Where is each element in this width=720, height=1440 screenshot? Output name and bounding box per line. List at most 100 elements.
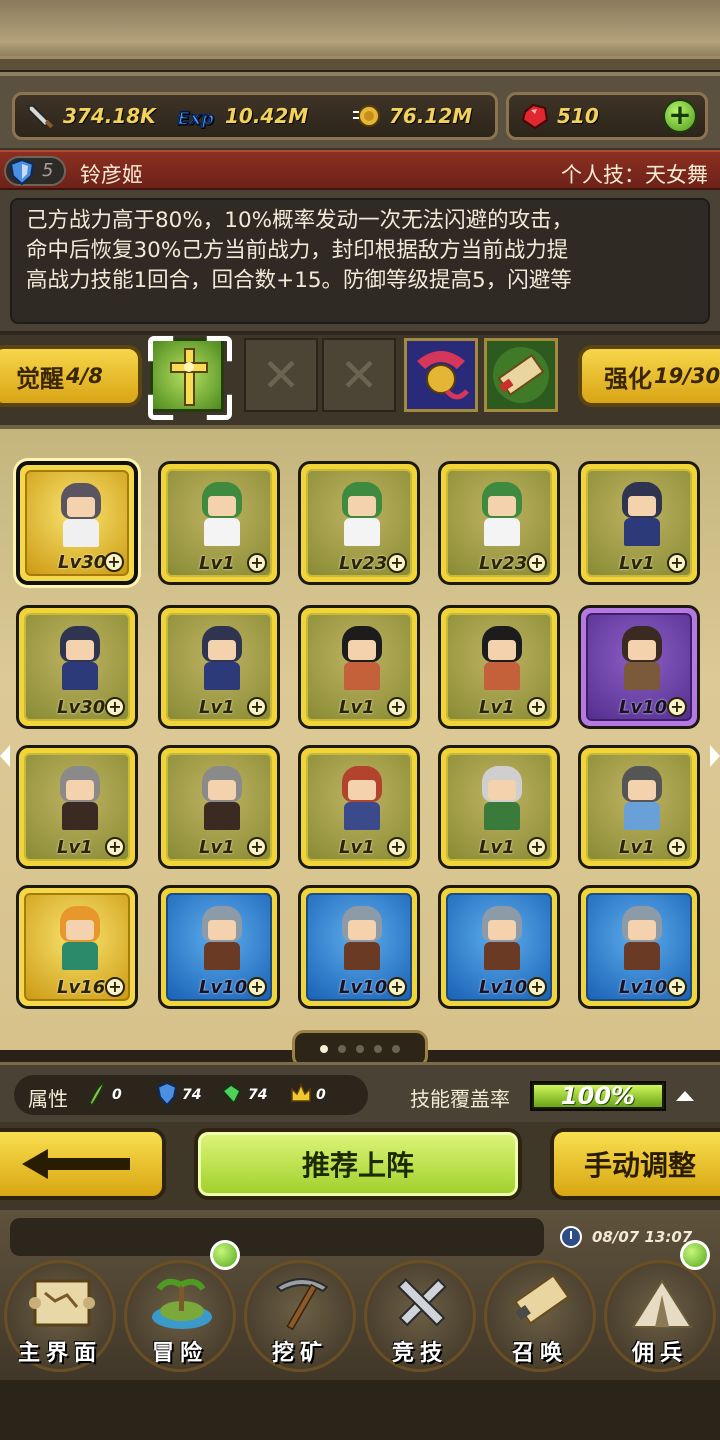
island-icon xyxy=(152,1278,212,1329)
hero-portrait-icon xyxy=(194,766,250,832)
page-dot[interactable] xyxy=(356,1045,364,1053)
back-button[interactable] xyxy=(0,1128,166,1200)
hero-portrait-icon xyxy=(334,626,390,692)
gem-resource: 510 xyxy=(519,101,599,131)
upgrade-plus-icon[interactable]: + xyxy=(387,553,407,573)
mercenary-card[interactable]: Lv1 + xyxy=(438,605,560,729)
mercenary-card[interactable]: Lv1 + xyxy=(298,605,420,729)
page-dot[interactable] xyxy=(374,1045,382,1053)
mercenary-card[interactable]: Lv10 + xyxy=(158,885,280,1009)
mercenary-card[interactable]: Lv23 + xyxy=(438,461,560,585)
description-line: 高战力技能1回合，回合数+15。防御等级提高5，闪避等 xyxy=(26,268,572,293)
page-dot[interactable] xyxy=(320,1045,328,1053)
manual-adjust-button[interactable]: 手动调整 xyxy=(550,1128,720,1200)
mercenary-card[interactable]: Lv1 + xyxy=(158,745,280,869)
hero-portrait-icon xyxy=(474,482,530,548)
upgrade-plus-icon[interactable]: + xyxy=(387,697,407,717)
hero-portrait-icon xyxy=(194,906,250,972)
upgrade-plus-icon[interactable]: + xyxy=(247,553,267,573)
upgrade-plus-icon[interactable]: + xyxy=(105,977,125,997)
hero-portrait-icon xyxy=(52,906,108,972)
mercenary-card[interactable]: Lv30 + xyxy=(16,605,138,729)
card-level: Lv1 xyxy=(479,697,515,718)
nav-adventure[interactable]: 冒险 xyxy=(124,1260,236,1372)
add-gems-button[interactable]: + xyxy=(663,99,697,133)
mercenary-card[interactable]: Lv23 + xyxy=(298,461,420,585)
hero-portrait-icon xyxy=(474,766,530,832)
mercenary-card[interactable]: Lv10 + xyxy=(578,605,700,729)
nav-arena[interactable]: 竞技 xyxy=(364,1260,476,1372)
mercenary-card[interactable]: Lv1 + xyxy=(16,745,138,869)
upgrade-plus-icon[interactable]: + xyxy=(105,697,125,717)
hero-portrait-icon xyxy=(474,906,530,972)
awaken-slot-3[interactable]: ✕ xyxy=(322,338,396,412)
upgrade-plus-icon[interactable]: + xyxy=(667,553,687,573)
mercenary-card[interactable]: Lv1 + xyxy=(578,461,700,585)
awaken-slot-2[interactable]: ✕ xyxy=(244,338,318,412)
shield-icon xyxy=(156,1081,178,1107)
upgrade-plus-icon[interactable]: + xyxy=(105,837,125,857)
page-dot[interactable] xyxy=(338,1045,346,1053)
nav-summon[interactable]: 召唤 xyxy=(484,1260,596,1372)
mercenary-card[interactable]: Lv10 + xyxy=(298,885,420,1009)
expand-arrow-icon[interactable] xyxy=(676,1091,694,1101)
nav-label: 冒险 xyxy=(151,1341,208,1366)
mercenary-card[interactable]: Lv1 + xyxy=(438,745,560,869)
mercenary-card[interactable]: Lv10 + xyxy=(578,885,700,1009)
upgrade-plus-icon[interactable]: + xyxy=(667,837,687,857)
equipment-slot-scroll[interactable] xyxy=(484,338,558,412)
card-level: Lv1 xyxy=(57,837,93,858)
description-line: 己方战力高于80%，10%概率发动一次无法闪避的攻击， xyxy=(26,208,574,233)
card-level: Lv23 xyxy=(479,553,528,574)
upgrade-plus-icon[interactable]: + xyxy=(387,837,407,857)
upgrade-plus-icon[interactable]: + xyxy=(527,553,547,573)
empty-slot-icon: ✕ xyxy=(339,348,379,402)
upgrade-plus-icon[interactable]: + xyxy=(104,552,124,572)
mercenary-card[interactable]: Lv16 + xyxy=(16,885,138,1009)
pickaxe-icon xyxy=(275,1278,329,1331)
hero-portrait-icon xyxy=(614,906,670,972)
hero-portrait-icon xyxy=(614,482,670,548)
clock-display: 08/07 13:07 xyxy=(560,1226,692,1248)
page-dot[interactable] xyxy=(392,1045,400,1053)
enhance-tab[interactable]: 强化 19/30 xyxy=(578,345,720,407)
hero-portrait-icon xyxy=(614,626,670,692)
mercenary-card-selected[interactable]: Lv30 + xyxy=(16,461,138,585)
skill-coverage-bar: 100% xyxy=(530,1081,666,1111)
nav-main-screen[interactable]: 主界面 xyxy=(4,1260,116,1372)
upgrade-plus-icon[interactable]: + xyxy=(247,977,267,997)
resource-panel: 374.18K Exp 10.42M 76.12M xyxy=(12,92,498,140)
enhance-label: 强化 xyxy=(604,364,652,393)
card-level: Lv1 xyxy=(619,553,655,574)
upgrade-plus-icon[interactable]: + xyxy=(527,837,547,857)
awaken-slot-1[interactable] xyxy=(148,336,232,420)
attribute-summary: 属性 0 74 74 0 xyxy=(14,1075,368,1115)
recommend-lineup-button[interactable]: 推荐上阵 xyxy=(194,1128,522,1200)
chat-message-bar[interactable] xyxy=(10,1218,544,1256)
equipment-slot-bell[interactable] xyxy=(404,338,478,412)
mercenary-card[interactable]: Lv10 + xyxy=(438,885,560,1009)
skill-description[interactable]: 己方战力高于80%，10%概率发动一次无法闪避的攻击， 命中后恢复30%己方当前… xyxy=(10,198,710,324)
mercenary-card[interactable]: Lv1 + xyxy=(158,605,280,729)
upgrade-plus-icon[interactable]: + xyxy=(527,977,547,997)
card-level: Lv30 xyxy=(57,697,106,718)
nav-mining[interactable]: 挖矿 xyxy=(244,1260,356,1372)
upgrade-plus-icon[interactable]: + xyxy=(247,837,267,857)
nav-mercenary[interactable]: 佣兵 xyxy=(604,1260,716,1372)
upgrade-plus-icon[interactable]: + xyxy=(667,697,687,717)
mercenary-card[interactable]: Lv1 + xyxy=(578,745,700,869)
description-line: 命中后恢复30%己方当前战力，封印根据敌方当前战力提 xyxy=(26,238,569,263)
awaken-value: 4/8 xyxy=(66,364,103,388)
hero-portrait-icon xyxy=(334,906,390,972)
upgrade-plus-icon[interactable]: + xyxy=(667,977,687,997)
upgrade-plus-icon[interactable]: + xyxy=(527,697,547,717)
upgrade-plus-icon[interactable]: + xyxy=(387,977,407,997)
mercenary-card[interactable]: Lv1 + xyxy=(158,461,280,585)
bottom-frame xyxy=(0,1380,720,1440)
mercenary-card[interactable]: Lv1 + xyxy=(298,745,420,869)
upgrade-plus-icon[interactable]: + xyxy=(247,697,267,717)
hero-portrait-icon xyxy=(474,626,530,692)
card-level: Lv23 xyxy=(339,553,388,574)
green-gem-icon xyxy=(221,1084,241,1105)
awaken-tab[interactable]: 觉醒 4/8 xyxy=(0,345,142,407)
